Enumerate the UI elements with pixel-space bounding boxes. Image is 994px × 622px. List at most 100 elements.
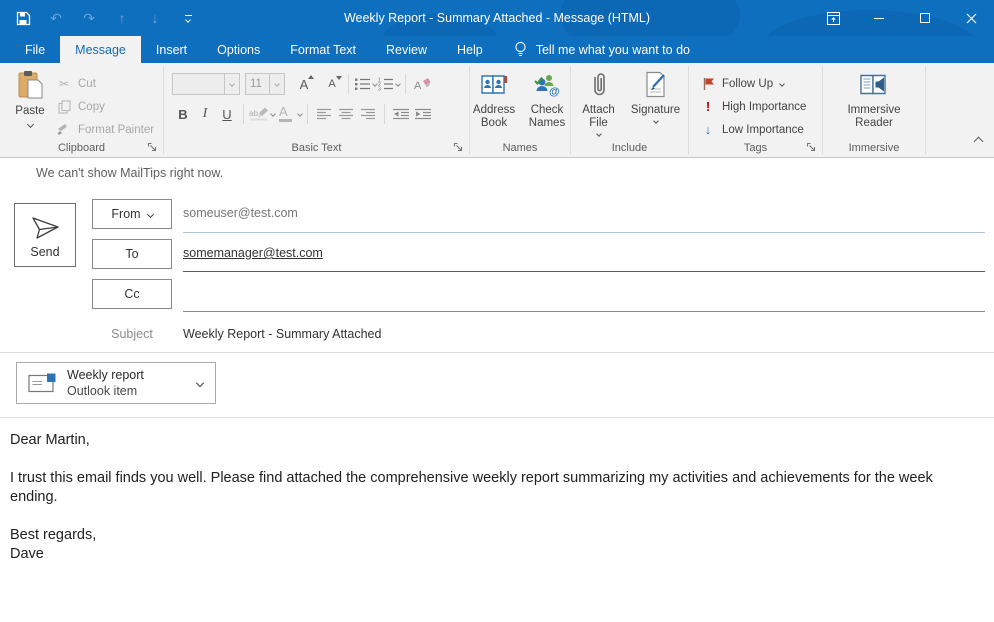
attachment-chevron-icon[interactable] — [197, 374, 203, 392]
separator — [384, 104, 385, 124]
flag-icon — [701, 77, 715, 91]
maximize-icon[interactable] — [902, 0, 948, 36]
attachment-title: Weekly report — [67, 367, 197, 383]
svg-text:A: A — [414, 80, 422, 91]
address-book-button[interactable]: Address Book — [470, 63, 518, 130]
immersive-reader-label: Immersive Reader — [843, 104, 905, 130]
bold-icon: B — [178, 107, 187, 122]
tags-group-label: Tags — [689, 142, 822, 154]
message-body-editor[interactable]: Dear Martin, I trust this email finds yo… — [10, 431, 968, 564]
minimize-icon[interactable] — [856, 0, 902, 36]
increase-indent-icon — [415, 108, 432, 120]
check-names-icon: @ — [534, 70, 560, 100]
immersive-reader-button[interactable]: Immersive Reader — [843, 63, 905, 130]
font-size-dropdown-icon[interactable] — [269, 74, 284, 94]
send-button[interactable]: Send — [14, 203, 76, 267]
to-button[interactable]: To — [92, 239, 172, 269]
clipboard-small-buttons: ✂ Cut Copy Format Painter — [56, 72, 154, 141]
decrease-indent-button[interactable] — [390, 102, 412, 126]
highlight-button[interactable]: ab — [249, 102, 275, 126]
move-down-icon[interactable]: ↓ — [146, 8, 164, 28]
follow-up-button[interactable]: Follow Up — [701, 72, 806, 95]
tab-review[interactable]: Review — [371, 36, 442, 63]
align-center-icon — [339, 108, 354, 120]
copy-button[interactable]: Copy — [56, 95, 154, 118]
format-painter-button[interactable]: Format Painter — [56, 118, 154, 141]
low-importance-button[interactable]: ↓ Low Importance — [701, 118, 806, 141]
subject-field-value[interactable]: Weekly Report - Summary Attached — [183, 327, 381, 341]
cc-button[interactable]: Cc — [92, 279, 172, 309]
attach-file-button[interactable]: Attach File — [578, 63, 620, 136]
close-icon[interactable] — [948, 0, 994, 36]
tell-me-label: Tell me what you want to do — [536, 43, 690, 57]
cc-field-underline — [183, 311, 985, 312]
align-left-button[interactable] — [313, 102, 335, 126]
clipboard-dialog-launcher-icon[interactable] — [147, 142, 159, 154]
increase-indent-button[interactable] — [412, 102, 434, 126]
align-center-button[interactable] — [335, 102, 357, 126]
tab-help[interactable]: Help — [442, 36, 498, 63]
basic-text-dialog-launcher-icon[interactable] — [453, 142, 465, 154]
from-button[interactable]: From — [92, 199, 172, 229]
basic-text-group-label: Basic Text — [164, 142, 469, 154]
low-importance-label: Low Importance — [722, 124, 804, 136]
shrink-font-icon: A — [328, 78, 335, 90]
check-names-button[interactable]: @ Check Names — [524, 63, 570, 130]
high-importance-label: High Importance — [722, 101, 806, 113]
save-icon[interactable] — [14, 8, 32, 28]
clear-formatting-button[interactable]: A — [411, 72, 433, 96]
mailtips-message: We can't show MailTips right now. — [36, 166, 223, 180]
to-field-underline — [183, 271, 985, 272]
tab-insert[interactable]: Insert — [141, 36, 202, 63]
customize-qat-icon[interactable] — [179, 8, 197, 28]
high-importance-button[interactable]: ! High Importance — [701, 95, 806, 118]
tab-message[interactable]: Message — [60, 36, 141, 63]
align-left-icon — [317, 108, 332, 120]
font-size-combobox[interactable]: 11 — [245, 73, 285, 95]
paste-button[interactable]: Paste — [9, 70, 51, 144]
align-right-button[interactable] — [357, 102, 379, 126]
body-signature: Dave — [10, 546, 44, 562]
cut-button[interactable]: ✂ Cut — [56, 72, 154, 95]
immersive-reader-icon — [859, 70, 889, 100]
decrease-indent-icon — [393, 108, 410, 120]
font-color-button[interactable]: A — [279, 102, 302, 126]
attachment-card[interactable]: Weekly report Outlook item — [16, 362, 216, 404]
shrink-font-button[interactable]: A — [321, 72, 343, 96]
tab-file[interactable]: File — [10, 36, 60, 63]
bullets-button[interactable] — [354, 72, 377, 96]
bold-button[interactable]: B — [172, 102, 194, 126]
svg-text:3: 3 — [378, 87, 381, 92]
highlight-chevron-icon — [270, 111, 276, 117]
tab-options[interactable]: Options — [202, 36, 275, 63]
to-field-value[interactable]: somemanager@test.com — [183, 246, 323, 260]
address-book-label: Address Book — [470, 104, 518, 130]
tell-me-box[interactable]: Tell me what you want to do — [514, 36, 690, 63]
window-title: Weekly Report - Summary Attached - Messa… — [210, 0, 784, 36]
copy-icon — [56, 100, 72, 114]
cut-label: Cut — [78, 78, 96, 90]
font-name-dropdown-icon[interactable] — [224, 74, 239, 94]
group-names: Address Book @ Check Names Names — [470, 63, 570, 157]
tags-dialog-launcher-icon[interactable] — [806, 142, 818, 154]
quick-access-toolbar: ↶ ↷ ↑ ↓ — [14, 0, 197, 36]
move-up-icon[interactable]: ↑ — [113, 8, 131, 28]
from-field-value[interactable]: someuser@test.com — [183, 206, 298, 220]
send-label: Send — [30, 245, 59, 259]
paperclip-icon — [591, 70, 607, 100]
separator — [405, 74, 406, 94]
italic-button[interactable]: I — [194, 102, 216, 126]
font-name-combobox[interactable] — [172, 73, 240, 95]
signature-label: Signature — [631, 104, 680, 117]
grow-font-button[interactable]: A — [293, 72, 315, 96]
redo-icon[interactable]: ↷ — [80, 8, 98, 28]
ribbon-display-options-icon[interactable] — [810, 0, 856, 36]
signature-button[interactable]: Signature — [630, 63, 682, 136]
from-label: From — [111, 207, 140, 221]
tab-format-text[interactable]: Format Text — [275, 36, 371, 63]
undo-icon[interactable]: ↶ — [47, 8, 65, 28]
paste-label: Paste — [15, 105, 44, 117]
numbering-button[interactable]: 123 — [377, 72, 400, 96]
underline-button[interactable]: U — [216, 102, 238, 126]
collapse-ribbon-icon[interactable] — [975, 133, 982, 151]
